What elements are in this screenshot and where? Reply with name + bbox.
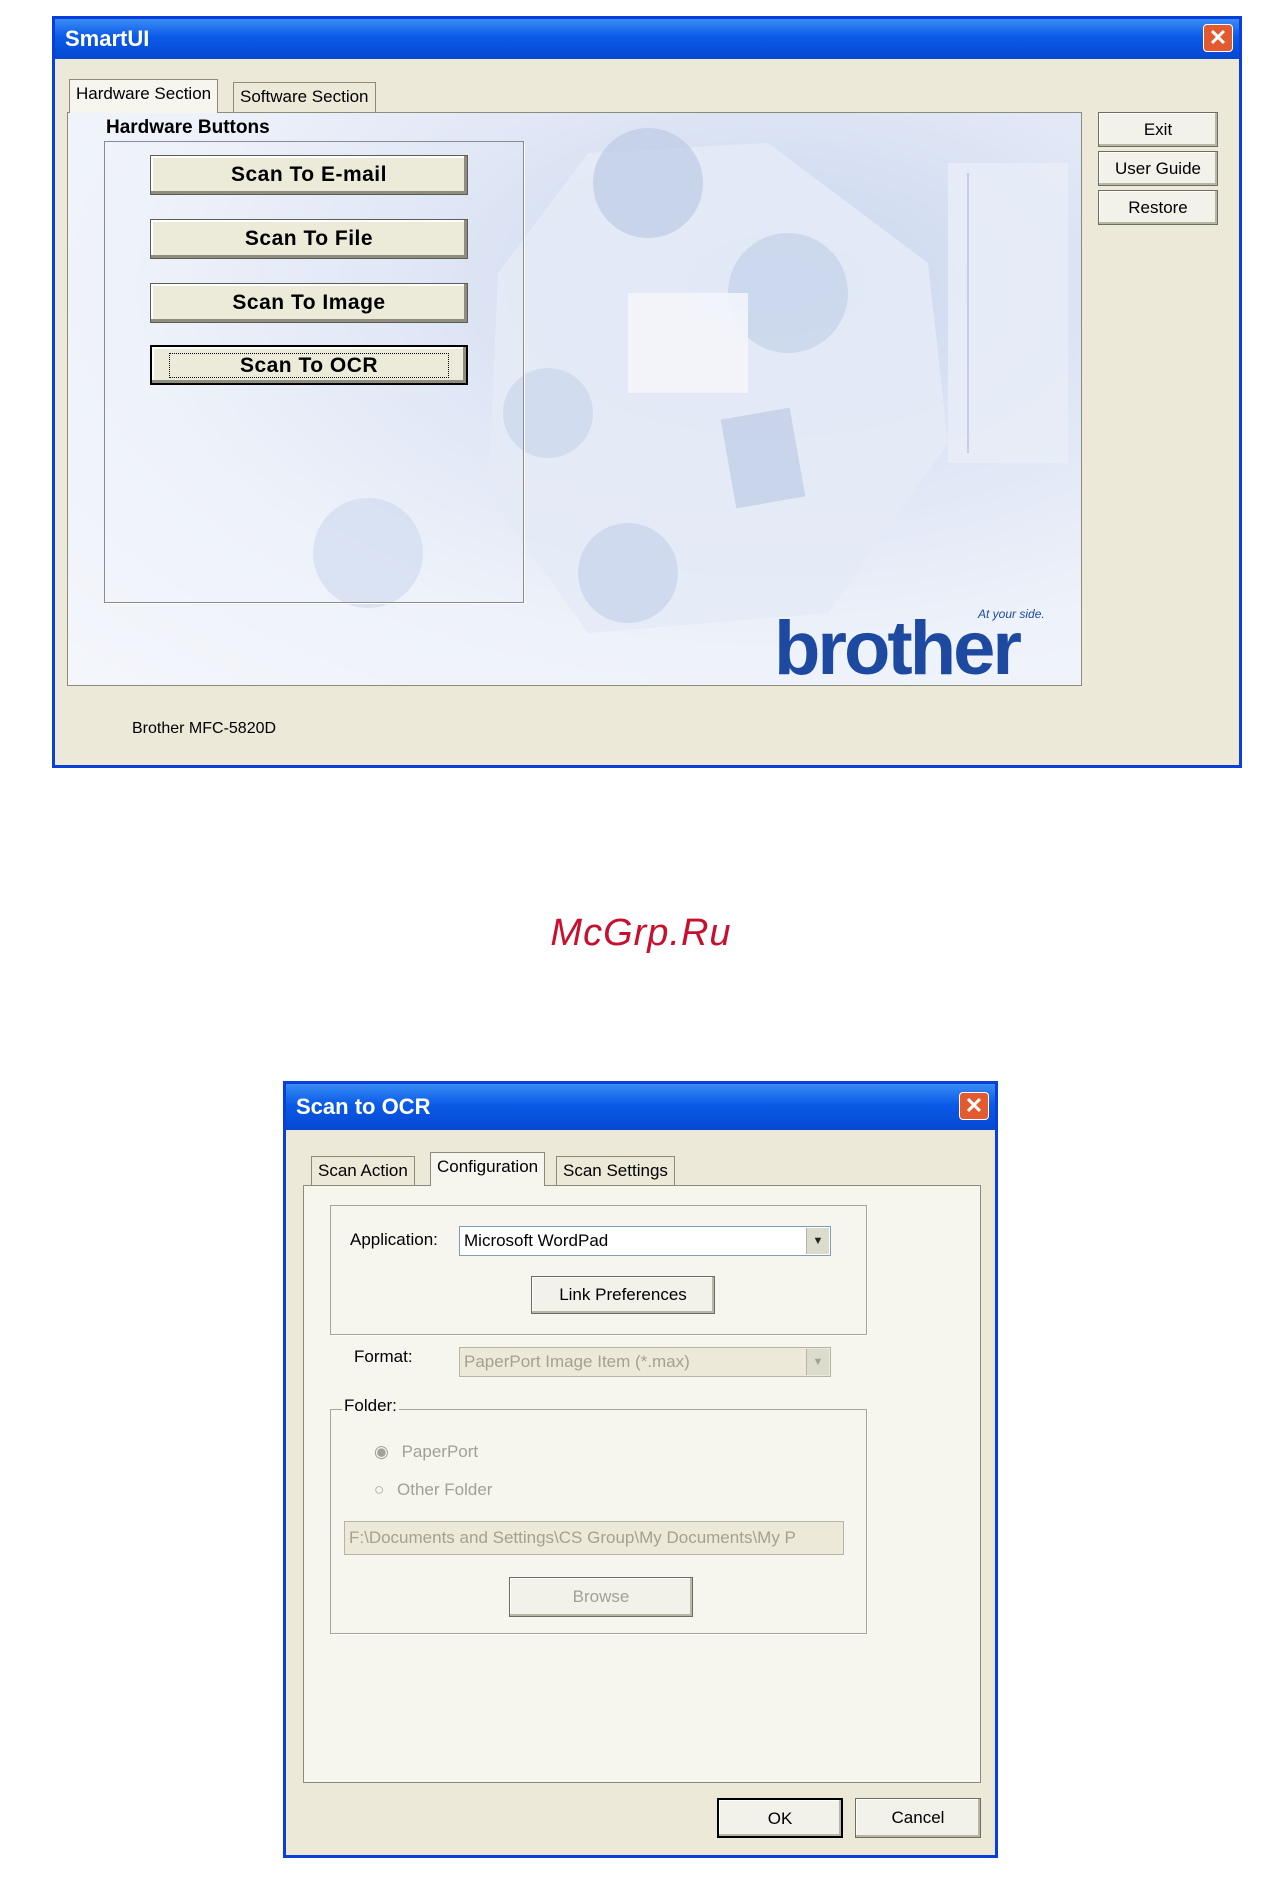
smartui-titlebar: SmartUI ✕ [55,19,1239,59]
tab-scan-action[interactable]: Scan Action [311,1156,415,1186]
application-dropdown[interactable]: Microsoft WordPad ▼ [459,1226,831,1256]
radio-unselected-icon: ○ [374,1480,385,1499]
scan-to-image-button[interactable]: Scan To Image [150,283,468,323]
format-label: Format: [354,1347,413,1366]
hardware-buttons-label: Hardware Buttons [106,117,270,138]
close-icon[interactable]: ✕ [959,1092,989,1120]
scan-to-file-button[interactable]: Scan To File [150,219,468,259]
folder-label: Folder: [342,1396,399,1416]
browse-button[interactable]: Browse [509,1577,693,1617]
radio-other-folder-label: Other Folder [397,1480,493,1499]
radio-paperport[interactable]: ◉ PaperPort [374,1442,478,1462]
radio-paperport-label: PaperPort [401,1442,479,1461]
user-guide-button[interactable]: User Guide [1098,151,1218,186]
configuration-panel: Application: Microsoft WordPad ▼ Link Pr… [303,1185,981,1783]
restore-button[interactable]: Restore [1098,190,1218,225]
scan-to-email-button[interactable]: Scan To E-mail [150,155,468,195]
radio-selected-icon: ◉ [374,1442,389,1461]
tab-software-section[interactable]: Software Section [233,82,376,112]
status-model-text: Brother MFC-5820D [132,720,277,737]
radio-other-folder[interactable]: ○ Other Folder [374,1480,492,1500]
folder-path-field[interactable]: F:\Documents and Settings\CS Group\My Do… [344,1521,844,1555]
scan-to-image-label: Scan To Image [232,291,386,314]
scan-to-email-label: Scan To E-mail [231,163,387,186]
chevron-down-icon[interactable]: ▼ [806,1228,829,1254]
format-dropdown[interactable]: PaperPort Image Item (*.max) ▼ [459,1347,831,1377]
exit-button[interactable]: Exit [1098,112,1218,147]
scan-to-ocr-dialog: Scan to OCR ✕ Scan Action Configuration … [283,1081,998,1858]
scan-to-ocr-label: Scan To OCR [168,353,450,378]
format-value: PaperPort Image Item (*.max) [464,1352,690,1371]
tab-configuration[interactable]: Configuration [430,1152,546,1186]
ok-button[interactable]: OK [717,1798,843,1838]
ocr-title: Scan to OCR [296,1094,431,1119]
brother-logo: brother [774,606,1022,686]
tab-hardware-section[interactable]: Hardware Section [69,79,219,113]
smartui-window: SmartUI ✕ Hardware Section Software Sect… [52,16,1242,768]
tab-scan-settings[interactable]: Scan Settings [556,1156,675,1186]
scan-to-file-label: Scan To File [244,227,374,250]
hardware-panel: Hardware Buttons Scan To E-mail Scan To … [67,112,1082,686]
smartui-title: SmartUI [65,26,150,51]
application-label: Application: [350,1230,438,1249]
watermark-text: McGrp.Ru [550,912,732,954]
cancel-button[interactable]: Cancel [855,1798,981,1838]
chevron-down-icon[interactable]: ▼ [806,1349,829,1375]
application-value: Microsoft WordPad [464,1231,609,1250]
application-group [330,1205,867,1335]
close-icon[interactable]: ✕ [1203,24,1233,52]
link-preferences-button[interactable]: Link Preferences [531,1276,715,1314]
scan-to-ocr-button[interactable]: Scan To OCR [150,345,468,385]
ocr-titlebar: Scan to OCR ✕ [286,1084,995,1130]
